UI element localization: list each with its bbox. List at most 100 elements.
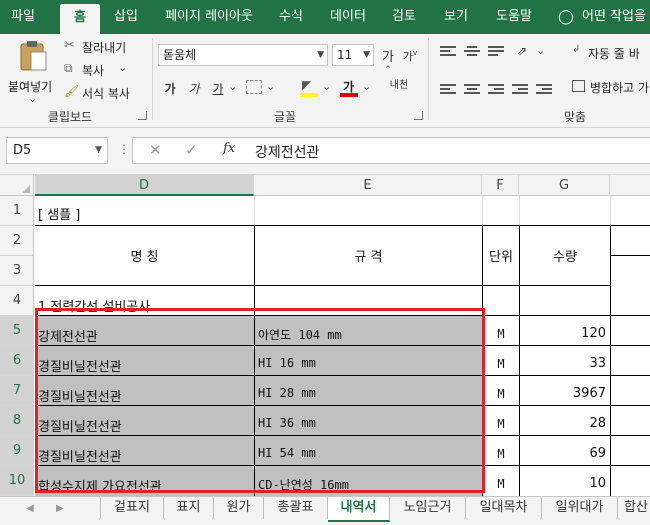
align-middle-icon[interactable] [464, 46, 480, 58]
cut-button[interactable]: ✂ 잘라내기 [64, 38, 144, 56]
row-headers: 1 2 3 4 5 6 7 8 9 10 [0, 196, 34, 496]
worksheet-grid[interactable]: [ 샘플 ] 명 칭 규 격 단위 수량 1.전력간선 설비공사 강제전선관 아… [35, 196, 650, 496]
item-unit: M [497, 417, 505, 431]
wrap-text-button[interactable]: ↲ 자동 줄 바 [572, 44, 650, 62]
tab-page-layout[interactable]: 페이지 레이아웃 [158, 0, 260, 34]
copy-button[interactable]: ⧉ 복사 ⌄ [64, 61, 144, 79]
column-header-d[interactable]: D [35, 175, 254, 196]
borders-button[interactable] [246, 80, 262, 94]
shrink-font-button[interactable]: 가v [402, 48, 418, 64]
tab-home[interactable]: 홈 [60, 4, 100, 34]
sheet-tab-details[interactable]: 내역서 [328, 497, 390, 522]
chevron-down-icon: ▼ [95, 145, 102, 155]
underline-button[interactable]: 가 [210, 80, 226, 97]
enter-check-icon[interactable]: ✓ [185, 141, 198, 159]
sheet-tab-bar: ◀ ▶ 겉표지 표지 원가 총괄표 내역서 노임근거 일대목차 일위대가 합산 [0, 496, 650, 525]
merge-center-button[interactable]: 병합하고 가 [572, 78, 650, 96]
insert-function-icon[interactable]: fx [223, 141, 235, 156]
font-color-button[interactable]: 가 [340, 78, 360, 98]
row-header-2[interactable]: 2 [0, 226, 34, 256]
item-unit: M [497, 387, 505, 401]
tab-file[interactable]: 파일 [4, 0, 42, 34]
row-header-10[interactable]: 10 [0, 466, 34, 496]
column-header-e[interactable]: E [254, 175, 482, 196]
tab-help[interactable]: 도움말 [490, 0, 538, 34]
tab-insert[interactable]: 삽입 [108, 0, 144, 34]
row-header-3[interactable]: 3 [0, 256, 34, 286]
paste-button[interactable]: 붙여넣기 ⌄ [6, 40, 58, 105]
row-header-5[interactable]: 5 [0, 316, 34, 346]
tell-me-search[interactable]: 어떤 작업을 [582, 0, 650, 34]
sheet-tab-cover[interactable]: 겉표지 [100, 497, 164, 519]
formula-bar: D5 ▼ ⋮ ✕ ✓ fx 강제전선관 [0, 128, 650, 174]
ribbon-tab-bar: 파일 홈 삽입 페이지 레이아웃 수식 데이터 검토 보기 도움말 ◯ 어떤 작… [0, 0, 650, 34]
item-qty: 3967 [572, 386, 606, 401]
lightbulb-icon: ◯ [558, 9, 574, 25]
format-painter-button[interactable]: 🖌 서식 복사 [64, 84, 144, 102]
header-unit: 단위 [489, 250, 513, 265]
scroll-right-icon[interactable]: ▶ [56, 503, 64, 514]
row-header-1[interactable]: 1 [0, 196, 34, 226]
sheet-tab-summary[interactable]: 총괄표 [264, 497, 328, 519]
name-box-value: D5 [13, 143, 32, 158]
orientation-icon[interactable]: ⇗ [512, 44, 532, 58]
ribbon-home: 붙여넣기 ⌄ ✂ 잘라내기 ⧉ 복사 ⌄ 🖌 서식 복사 클립보드 돋움체 ▼ … [0, 34, 650, 128]
copy-icon: ⧉ [64, 61, 73, 75]
row-header-6[interactable]: 6 [0, 346, 34, 376]
chevron-down-icon: ⌄ [322, 80, 332, 93]
formula-input[interactable]: ✕ ✓ fx 강제전선관 [132, 137, 650, 164]
sheet-tab-index[interactable]: 일대목차 [466, 497, 542, 519]
item-qty: 33 [589, 356, 606, 371]
shrink-font-glyph: 가 [402, 50, 413, 63]
clipboard-group-label: 클립보드 [47, 110, 93, 124]
scroll-left-icon[interactable]: ◀ [26, 503, 34, 514]
bold-button[interactable]: 가 [162, 80, 178, 97]
column-header-g[interactable]: G [519, 175, 610, 196]
row-header-8[interactable]: 8 [0, 406, 34, 436]
font-name-select[interactable]: 돋움체 ▼ [158, 44, 328, 66]
cut-label: 잘라내기 [82, 41, 127, 55]
sheet-tab-labor[interactable]: 노임근거 [390, 497, 466, 519]
cancel-icon[interactable]: ✕ [149, 141, 162, 159]
name-box[interactable]: D5 ▼ [6, 137, 108, 164]
row-header-4[interactable]: 4 [0, 286, 34, 316]
font-size-value: 11 [337, 48, 353, 62]
align-center-icon[interactable] [464, 84, 480, 96]
align-right-icon[interactable] [488, 84, 504, 96]
tab-review[interactable]: 검토 [386, 0, 422, 34]
row-header-9[interactable]: 9 [0, 436, 34, 466]
sheet-tab-title[interactable]: 표지 [164, 497, 214, 519]
font-name-value: 돋움체 [163, 48, 197, 62]
fill-color-button[interactable]: ◤ [300, 78, 320, 98]
sheet-tab-unit-cost[interactable]: 일위대가 [542, 497, 618, 519]
font-launcher-icon[interactable] [414, 111, 423, 120]
chevron-down-icon: ⌄ [28, 92, 38, 105]
header-name: 명 칭 [130, 250, 159, 265]
sheet-tab-total[interactable]: 합산 [618, 497, 650, 519]
decrease-indent-icon[interactable] [512, 84, 528, 96]
align-left-icon[interactable] [440, 84, 456, 96]
column-header-f[interactable]: F [482, 175, 519, 196]
phonetic-button[interactable]: 내천 [386, 76, 412, 91]
highlight-box [35, 308, 485, 493]
tab-formulas[interactable]: 수식 [274, 0, 308, 34]
table-border [35, 285, 610, 286]
row-header-7[interactable]: 7 [0, 376, 34, 406]
column-headers: D E F G [0, 174, 650, 196]
clipboard-launcher-icon[interactable] [138, 111, 147, 120]
clipboard-paste-icon [20, 41, 47, 71]
column-header-h[interactable] [610, 175, 650, 196]
font-size-select[interactable]: 11 ▼ [332, 44, 374, 66]
item-qty: 120 [581, 326, 606, 341]
tab-view[interactable]: 보기 [438, 0, 474, 34]
align-bottom-icon[interactable] [488, 46, 504, 58]
italic-button[interactable]: 가 [186, 80, 202, 97]
resize-handle-icon[interactable]: ⋮ [118, 142, 130, 156]
select-all-button[interactable] [0, 175, 34, 196]
sheet-tab-cost[interactable]: 원가 [214, 497, 264, 519]
align-top-icon[interactable] [440, 46, 456, 58]
increase-indent-icon[interactable] [536, 84, 552, 96]
grow-font-button[interactable]: 가^ [380, 46, 396, 79]
paintbrush-icon: 🖌 [64, 84, 80, 98]
tab-data[interactable]: 데이터 [324, 0, 372, 34]
